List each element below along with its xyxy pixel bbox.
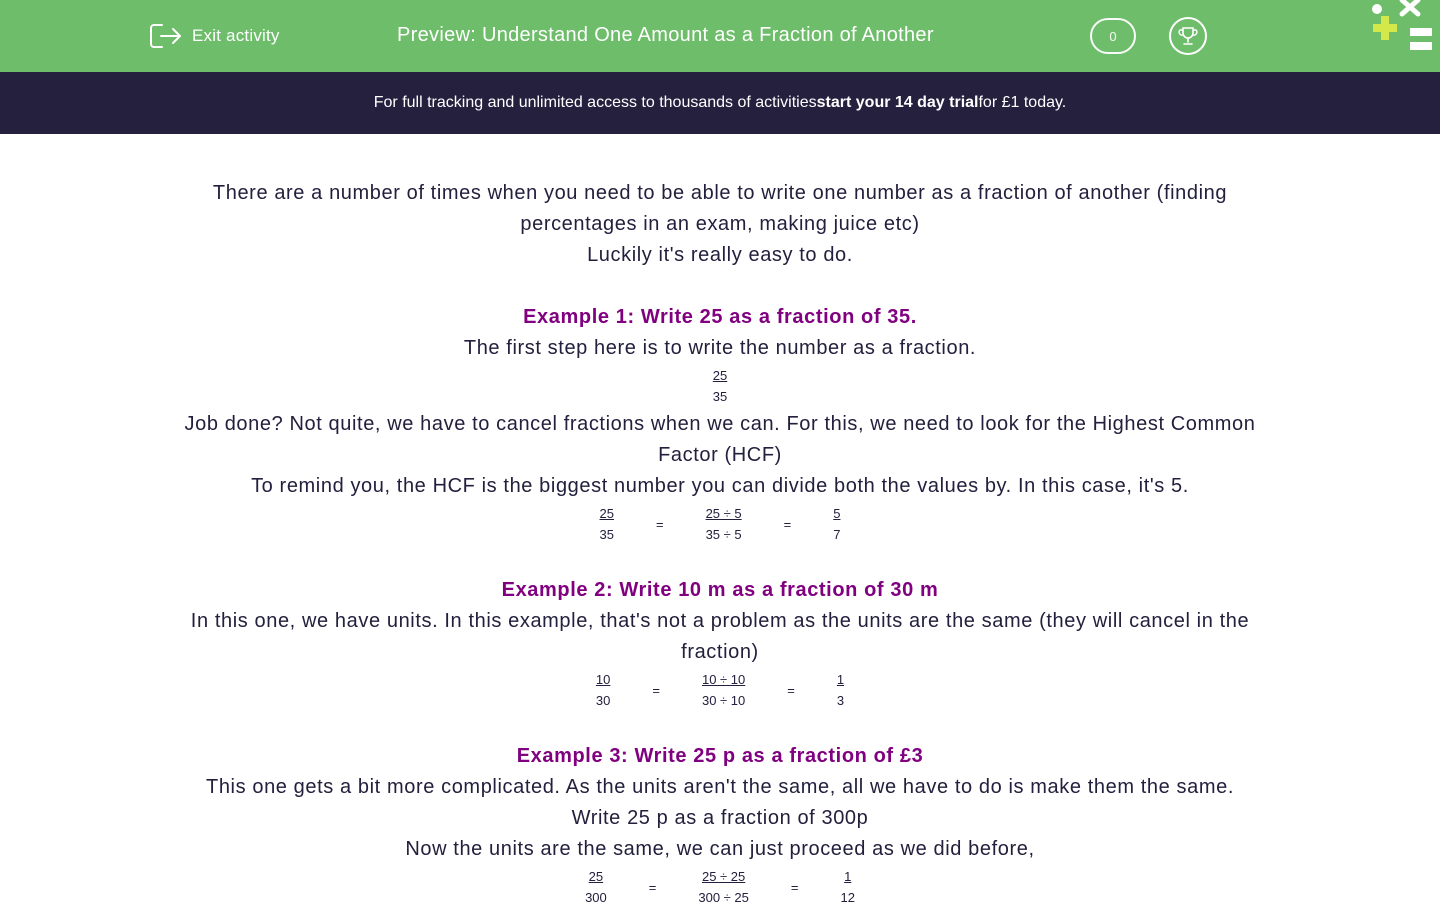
- example-1-fraction: 25 35: [160, 366, 1280, 407]
- numerator: 10: [595, 672, 611, 687]
- example-3-text-2: Write 25 p as a fraction of 300p: [571, 807, 869, 829]
- equals-sign: =: [655, 516, 664, 532]
- denominator: 3: [836, 693, 845, 708]
- denominator: 30: [595, 693, 611, 708]
- example-3-text: This one gets a bit more complicated. As…: [206, 776, 1234, 798]
- fraction: 1 12: [838, 867, 856, 908]
- exit-activity-label: Exit activity: [192, 26, 280, 45]
- example-3-equation: 25 300 = 25 ÷ 25 300 ÷ 25 = 1 12: [160, 867, 1280, 908]
- trophy-icon: [1178, 27, 1198, 45]
- numerator: 25: [712, 368, 728, 383]
- intro-text: There are a number of times when you nee…: [212, 182, 1228, 235]
- denominator: 35: [599, 527, 614, 542]
- trial-link[interactable]: start your 14 day trial: [817, 94, 979, 112]
- numerator: 1: [844, 869, 852, 884]
- denominator: 12: [840, 890, 855, 905]
- example-2-heading: Example 2: Write 10 m as a fraction of 3…: [501, 579, 939, 601]
- example-3-heading: Example 3: Write 25 p as a fraction of £…: [516, 745, 924, 767]
- banner-text-end: for £1 today.: [978, 94, 1067, 111]
- numerator: 1: [836, 672, 845, 687]
- denominator: 30 ÷ 10: [701, 693, 746, 708]
- trial-banner: For full tracking and unlimited access t…: [0, 72, 1440, 134]
- fraction: 1 3: [835, 670, 846, 711]
- denominator: 300 ÷ 25: [698, 890, 749, 905]
- example-2-text: In this one, we have units. In this exam…: [190, 610, 1250, 663]
- equals-sign: =: [648, 879, 657, 895]
- numerator: 25 ÷ 5: [705, 506, 742, 521]
- numerator: 25 ÷ 25: [701, 869, 746, 884]
- example-1-heading: Example 1: Write 25 as a fraction of 35.: [523, 306, 917, 328]
- numerator: 25: [588, 869, 604, 884]
- banner-text: For full tracking and unlimited access t…: [373, 94, 817, 111]
- denominator: 35 ÷ 5: [705, 527, 742, 542]
- fraction: 25 35: [711, 366, 729, 407]
- fraction: 25 ÷ 5 35 ÷ 5: [704, 504, 744, 545]
- equals-sign: =: [787, 682, 795, 698]
- example-1-text-2: Job done? Not quite, we have to cancel f…: [184, 413, 1256, 466]
- fraction: 25 300: [583, 867, 609, 908]
- example-1-text-3: To remind you, the HCF is the biggest nu…: [251, 475, 1189, 497]
- numerator: 10 ÷ 10: [701, 672, 746, 687]
- numerator: 5: [833, 506, 841, 521]
- equals-sign: =: [652, 682, 660, 698]
- denominator: 300: [585, 890, 607, 905]
- fraction: 25 35: [598, 504, 616, 545]
- edplace-logo-icon: [1372, 0, 1432, 50]
- trophy-button[interactable]: [1169, 17, 1207, 55]
- fraction: 25 ÷ 25 300 ÷ 25: [696, 867, 751, 908]
- example-2-equation: 10 30 = 10 ÷ 10 30 ÷ 10 = 1 3: [160, 670, 1280, 711]
- lesson-content: There are a number of times when you nee…: [160, 178, 1280, 910]
- top-bar: Exit activity Preview: Understand One Am…: [0, 0, 1440, 72]
- example-1-equation: 25 35 = 25 ÷ 5 35 ÷ 5 = 5 7: [160, 504, 1280, 545]
- equals-sign: =: [790, 879, 799, 895]
- fraction: 10 30: [594, 670, 612, 711]
- intro-text-2: Luckily it's really easy to do.: [587, 244, 853, 266]
- exit-icon: [150, 24, 181, 48]
- denominator: 35: [712, 389, 728, 404]
- fraction: 10 ÷ 10 30 ÷ 10: [700, 670, 747, 711]
- exit-activity-button[interactable]: Exit activity: [148, 20, 280, 52]
- denominator: 7: [833, 527, 841, 542]
- page-title: Preview: Understand One Amount as a Frac…: [397, 24, 934, 46]
- score-badge: 0: [1090, 18, 1136, 54]
- numerator: 25: [599, 506, 614, 521]
- equals-sign: =: [783, 516, 792, 532]
- example-1-text: The first step here is to write the numb…: [463, 337, 977, 359]
- example-3-text-3: Now the units are the same, we can just …: [405, 838, 1035, 860]
- fraction: 5 7: [831, 504, 842, 545]
